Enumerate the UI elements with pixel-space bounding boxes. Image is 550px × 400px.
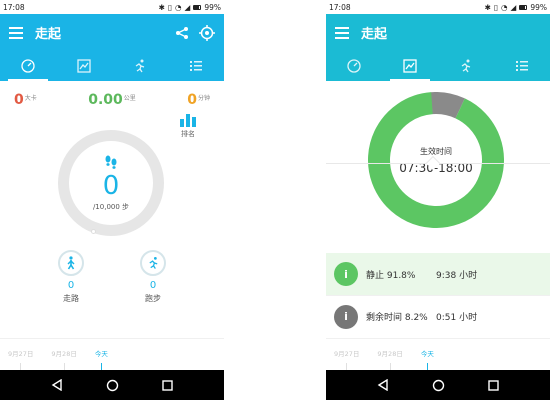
info-icon: i bbox=[334, 304, 358, 329]
walk-value: 0 bbox=[67, 280, 75, 291]
back-icon[interactable] bbox=[377, 379, 389, 391]
still-label: 静止 91.8% bbox=[366, 270, 416, 281]
running-icon bbox=[148, 256, 157, 269]
minutes-unit: 分钟 bbox=[197, 95, 210, 102]
list-icon bbox=[516, 61, 528, 71]
phone-screen-right: 17:08 ✱ ▯ ◔ ◢ 99% 走起 生效时间 07:30-18:00 i … bbox=[326, 0, 550, 400]
signal-icon: ◢ bbox=[510, 2, 517, 12]
chart-icon bbox=[77, 59, 91, 73]
tab-dashboard[interactable] bbox=[326, 51, 382, 81]
tab-list[interactable] bbox=[494, 51, 550, 81]
battery-percent: 99% bbox=[204, 2, 221, 12]
android-nav-bar bbox=[0, 370, 224, 400]
battery-percent: 99% bbox=[530, 2, 547, 12]
footprint-icon bbox=[105, 155, 117, 169]
battery-icon bbox=[193, 4, 202, 10]
date-item[interactable]: 9月27日 bbox=[334, 339, 359, 371]
minutes-stat: 0 分钟 bbox=[187, 92, 210, 112]
calories-value: 0 bbox=[14, 92, 24, 108]
still-time-card[interactable]: i 静止 91.8% 9:38 小时 bbox=[326, 253, 550, 295]
vibrate-icon: ▯ bbox=[167, 2, 172, 12]
run-label: 跑步 bbox=[145, 294, 161, 303]
wifi-icon: ◔ bbox=[175, 2, 182, 12]
gauge-icon bbox=[21, 59, 35, 73]
app-bar: 走起 bbox=[326, 14, 550, 51]
tab-chart[interactable] bbox=[56, 51, 112, 81]
walking-icon bbox=[67, 256, 75, 270]
app-bar: 走起 bbox=[0, 14, 224, 51]
distance-unit: 公里 bbox=[123, 95, 136, 102]
rank-label: 排名 bbox=[181, 130, 195, 138]
menu-icon[interactable] bbox=[9, 26, 23, 39]
run-activity[interactable]: 0 跑步 bbox=[140, 250, 166, 304]
recent-apps-icon[interactable] bbox=[487, 379, 499, 391]
date-selector: 9月27日 9月28日 今天 bbox=[326, 338, 550, 371]
tab-dashboard[interactable] bbox=[0, 51, 56, 81]
vibrate-icon: ▯ bbox=[493, 2, 498, 12]
share-icon[interactable] bbox=[175, 26, 189, 40]
date-item[interactable]: 9月27日 bbox=[8, 339, 33, 371]
tab-activity[interactable] bbox=[112, 51, 168, 81]
activity-row: 0 走路 0 跑步 bbox=[0, 250, 224, 304]
info-icon: i bbox=[334, 262, 358, 286]
calories-unit: 大卡 bbox=[24, 95, 37, 102]
remaining-value: 0:51 小时 bbox=[436, 313, 478, 323]
status-bar: 17:08 ✱ ▯ ◔ ◢ 99% bbox=[326, 0, 550, 14]
tab-bar bbox=[326, 51, 550, 81]
calories-stat: 0 大卡 bbox=[14, 92, 37, 112]
bar-chart-icon bbox=[180, 114, 196, 127]
run-value: 0 bbox=[149, 280, 157, 291]
tab-bar bbox=[0, 51, 224, 81]
status-time: 17:08 bbox=[3, 2, 25, 12]
home-icon[interactable] bbox=[106, 379, 119, 392]
app-title: 走起 bbox=[35, 27, 62, 42]
status-time: 17:08 bbox=[329, 2, 351, 12]
date-item-today[interactable]: 今天 bbox=[95, 339, 108, 371]
date-item-today[interactable]: 今天 bbox=[421, 339, 434, 371]
phone-screen-left: 17:08 ✱ ▯ ◔ ◢ 99% 走起 0 大卡 0.00 公里 0 分钟 0… bbox=[0, 0, 224, 400]
home-icon[interactable] bbox=[432, 379, 445, 392]
step-count: 0 bbox=[102, 170, 120, 201]
android-nav-bar bbox=[326, 370, 550, 400]
menu-icon[interactable] bbox=[335, 26, 349, 39]
rank-button[interactable]: 排名 bbox=[180, 114, 196, 139]
effective-time-label: 生效时间 bbox=[420, 146, 452, 156]
running-icon bbox=[135, 59, 145, 73]
signal-icon: ◢ bbox=[184, 2, 191, 12]
status-bar: 17:08 ✱ ▯ ◔ ◢ 99% bbox=[0, 0, 224, 14]
section-divider bbox=[326, 163, 550, 164]
step-ring-area: 0 /10,000 步 排名 bbox=[0, 112, 224, 247]
tab-list[interactable] bbox=[168, 51, 224, 81]
walk-activity[interactable]: 0 走路 bbox=[58, 250, 84, 304]
date-selector: 9月27日 9月28日 今天 bbox=[0, 338, 224, 371]
distance-value: 0.00 bbox=[88, 92, 123, 108]
wifi-icon: ◔ bbox=[501, 2, 508, 12]
date-item[interactable]: 9月28日 bbox=[377, 339, 403, 371]
date-item[interactable]: 9月28日 bbox=[51, 339, 77, 371]
battery-icon bbox=[519, 4, 528, 10]
still-value: 9:38 小时 bbox=[436, 270, 478, 281]
running-icon bbox=[461, 59, 471, 73]
walk-label: 走路 bbox=[63, 294, 79, 303]
step-goal: /10,000 步 bbox=[92, 202, 130, 211]
list-icon bbox=[190, 61, 202, 71]
remaining-label: 剩余时间 8.2% bbox=[366, 313, 428, 323]
summary-stats: 0 大卡 0.00 公里 0 分钟 bbox=[0, 92, 224, 112]
bluetooth-icon: ✱ bbox=[158, 2, 165, 12]
tab-chart[interactable] bbox=[382, 51, 438, 81]
distance-stat: 0.00 公里 bbox=[88, 92, 136, 112]
recent-apps-icon[interactable] bbox=[161, 379, 173, 391]
gauge-icon bbox=[347, 59, 361, 73]
app-title: 走起 bbox=[361, 27, 388, 42]
tab-activity[interactable] bbox=[438, 51, 494, 81]
remaining-time-card[interactable]: i 剩余时间 8.2% 0:51 小时 bbox=[326, 295, 550, 337]
back-icon[interactable] bbox=[51, 379, 63, 391]
minutes-value: 0 bbox=[187, 92, 197, 108]
chart-icon bbox=[403, 59, 417, 73]
bluetooth-icon: ✱ bbox=[484, 2, 491, 12]
target-icon[interactable] bbox=[199, 24, 215, 41]
